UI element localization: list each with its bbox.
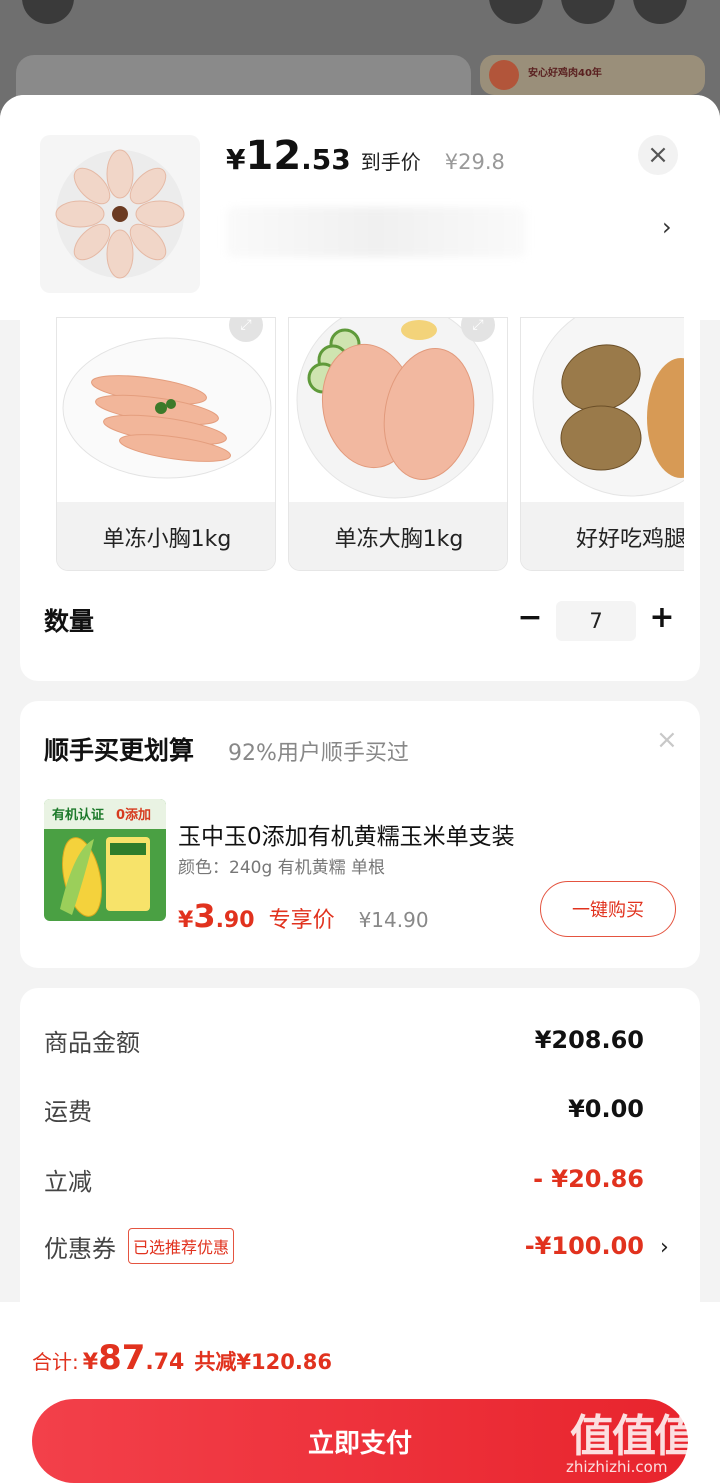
upsell-price-symbol: ¥ xyxy=(178,908,194,933)
plus-icon[interactable]: + xyxy=(648,597,676,637)
upsell-original-price: ¥14.90 xyxy=(358,908,429,932)
spec-selector-card: ⤢ 单冻小胸1kg ⤢ 单冻大胸1kg 好好吃鸡腿 数量 − 7 + xyxy=(20,317,700,681)
order-summary-card: 商品金额 ¥208.60 运费 ¥0.00 立减 - ¥20.86 优惠券 已选… xyxy=(20,988,700,1348)
upsell-price-integer: 3 xyxy=(193,897,216,935)
price-integer: 12 xyxy=(245,133,302,179)
summary-row-coupon[interactable]: 优惠券 已选推荐优惠 -¥100.00 xyxy=(44,1226,644,1266)
spec-image: ⤢ xyxy=(289,318,507,502)
spec-label: 单冻小胸1kg xyxy=(57,502,275,570)
watermark-url: zhizhizhi.com xyxy=(566,1458,668,1476)
watermark-logo: 值值值 xyxy=(570,1411,698,1462)
spec-image: ⤢ xyxy=(57,318,275,502)
chicken-wings-image xyxy=(55,149,185,279)
corn-product-image[interactable]: 有机认证 0添加 xyxy=(44,799,166,921)
total-label: 合计: xyxy=(32,1350,79,1374)
upsell-price-decimal: .90 xyxy=(215,908,255,933)
spec-option[interactable]: ⤢ 单冻小胸1kg xyxy=(56,317,276,571)
zero-add-text: 0添加 xyxy=(116,807,151,823)
spec-label: 单冻大胸1kg xyxy=(289,502,507,570)
upsell-card: 顺手买更划算 92%用户顺手买过 × 有机认证 0添加 玉中玉0添加有机黄糯玉米… xyxy=(20,701,700,968)
price-symbol: ¥ xyxy=(226,143,246,176)
total-row: 合计: ¥ 87 .74 共减¥120.86 xyxy=(32,1338,332,1378)
summary-label: 运费 xyxy=(44,1097,92,1126)
summary-label: 立减 xyxy=(44,1167,92,1196)
total-decimal: .74 xyxy=(145,1350,185,1375)
upsell-product-spec: 颜色：240g 有机黄糯 单根 xyxy=(178,858,386,878)
summary-value: ¥0.00 xyxy=(568,1095,644,1123)
summary-row-shipping: 运费 ¥0.00 xyxy=(44,1089,644,1129)
upsell-title: 顺手买更划算 xyxy=(44,736,195,765)
summary-row-subtotal: 商品金额 ¥208.60 xyxy=(44,1020,644,1060)
upsell-subtitle: 92%用户顺手买过 xyxy=(228,741,409,766)
original-price: ¥29.8 xyxy=(444,150,505,174)
background-banner-text: 安心好鸡肉40年 xyxy=(528,68,602,79)
upsell-product-name[interactable]: 玉中玉0添加有机黄糯玉米单支装 xyxy=(178,817,515,851)
total-symbol: ¥ xyxy=(82,1350,99,1375)
summary-row-discount: 立减 - ¥20.86 xyxy=(44,1159,644,1199)
price-tag: 到手价 xyxy=(360,150,421,174)
summary-label: 优惠券 xyxy=(44,1234,116,1263)
chevron-right-icon[interactable]: › xyxy=(660,1235,669,1260)
one-click-buy-button[interactable]: 一键购买 xyxy=(540,881,676,937)
organic-text: 有机认证 xyxy=(52,807,104,823)
product-thumbnail[interactable] xyxy=(40,135,200,293)
chevron-right-icon[interactable]: › xyxy=(662,213,672,241)
spec-label: 好好吃鸡腿 xyxy=(521,502,684,570)
price-row: ¥ 12 .53 到手价 ¥29.8 xyxy=(226,133,505,179)
spec-option[interactable]: 好好吃鸡腿 xyxy=(520,317,684,571)
spec-carousel[interactable]: ⤢ 单冻小胸1kg ⤢ 单冻大胸1kg 好好吃鸡腿 xyxy=(56,317,684,572)
quantity-label: 数量 xyxy=(44,607,95,636)
brand-logo xyxy=(489,60,519,90)
watermark: 值值值 zhizhizhi.com xyxy=(566,1400,716,1484)
summary-value: -¥100.00 xyxy=(524,1232,644,1260)
price-decimal: .53 xyxy=(301,143,351,176)
summary-label-wrap: 优惠券 已选推荐优惠 xyxy=(44,1228,235,1264)
close-icon[interactable]: × xyxy=(638,135,678,175)
blurred-region xyxy=(226,207,526,257)
coupon-badge: 已选推荐优惠 xyxy=(128,1228,235,1264)
quantity-input[interactable]: 7 xyxy=(556,601,636,641)
total-integer: 87 xyxy=(98,1338,146,1378)
spec-image xyxy=(521,318,684,502)
summary-label: 商品金额 xyxy=(44,1028,140,1057)
upsell-price-tag: 专享价 xyxy=(268,908,335,933)
purchase-sheet: ¥ 12 .53 到手价 ¥29.8 × › ⤢ 单冻小胸1kg ⤢ 单冻大胸1… xyxy=(0,95,720,1484)
upsell-price-row: ¥ 3 .90 专享价 ¥14.90 xyxy=(178,897,429,935)
spec-option[interactable]: ⤢ 单冻大胸1kg xyxy=(288,317,508,571)
total-savings: 共减¥120.86 xyxy=(194,1350,333,1374)
sheet-header: ¥ 12 .53 到手价 ¥29.8 × › xyxy=(0,95,720,320)
close-icon[interactable]: × xyxy=(656,725,678,755)
minus-icon[interactable]: − xyxy=(516,597,544,637)
summary-value: ¥208.60 xyxy=(534,1026,644,1054)
summary-value: - ¥20.86 xyxy=(533,1165,644,1193)
